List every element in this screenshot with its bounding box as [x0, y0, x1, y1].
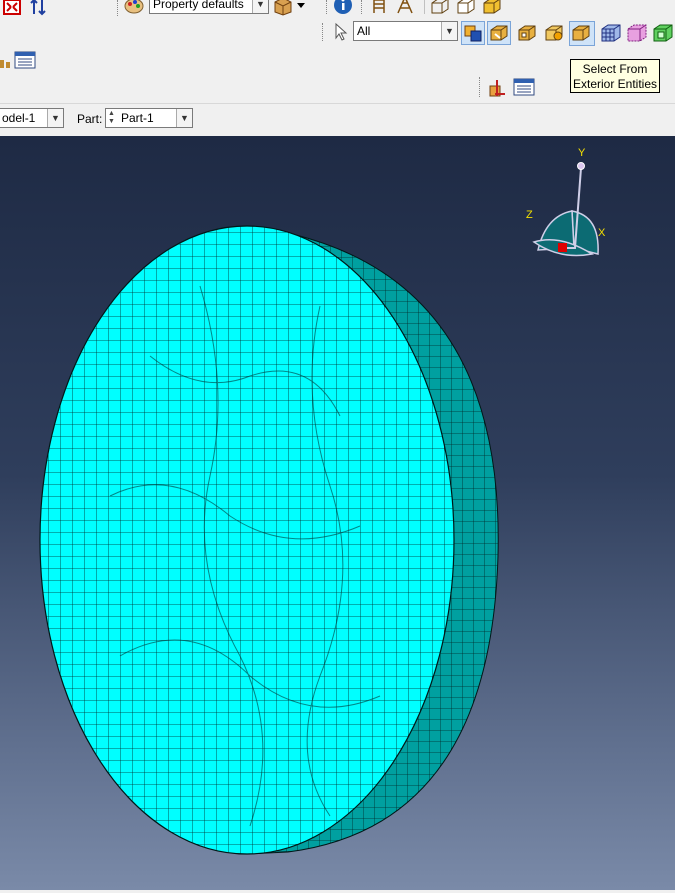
chevron-down-icon[interactable]: ▼ — [47, 109, 63, 127]
query-info-icon[interactable] — [333, 0, 353, 15]
part-combo[interactable]: ▲ ▼ Part-1 ▼ — [105, 108, 193, 128]
model-combo-value: odel-1 — [2, 111, 36, 125]
select-overlapping-icon[interactable] — [461, 21, 485, 45]
chevron-down-icon[interactable]: ▼ — [252, 0, 268, 13]
toolbar-grip[interactable] — [326, 0, 330, 14]
mesh-box-green-icon[interactable] — [652, 22, 674, 44]
mesh-box-magenta-icon[interactable] — [626, 22, 648, 44]
select-interior-icon[interactable] — [487, 21, 511, 45]
wireframe-box-icon[interactable] — [430, 0, 450, 16]
toolbar-separator — [424, 0, 425, 14]
selection-filter-combo[interactable]: All ▼ — [353, 21, 458, 41]
tooltip-line-1: Select From — [582, 62, 648, 76]
part-combo-value: Part-1 — [121, 111, 154, 125]
selection-filter-value: All — [357, 24, 371, 38]
axis-x-label: X — [598, 227, 606, 239]
model-combo[interactable]: odel-1 ▼ — [0, 108, 64, 128]
chevron-down-icon[interactable]: ▼ — [441, 22, 457, 40]
part-label: Part: — [77, 112, 103, 126]
axis-z-label: Z — [526, 209, 533, 221]
select-surface-entities-icon[interactable] — [543, 22, 567, 44]
context-bar: odel-1 ▼ Part: ▲ ▼ Part-1 ▼ — [0, 103, 675, 137]
toolbar-grip[interactable] — [479, 77, 483, 97]
toolbar-grip[interactable] — [117, 0, 121, 16]
toolbar-grip[interactable] — [361, 0, 365, 14]
viewport-canvas: Y Z X — [39, 147, 606, 855]
tooltip: Select From Exterior Entities — [570, 59, 660, 93]
mesh-box-blue-icon[interactable] — [600, 22, 622, 44]
axis-triad: Y Z X — [526, 147, 606, 257]
axis-y-label: Y — [578, 147, 586, 159]
select-exterior-entities-icon[interactable] — [569, 21, 595, 46]
tooltip-line-2: Exterior Entities — [572, 77, 658, 91]
stairs-icon[interactable] — [395, 0, 415, 16]
hidden-box-icon[interactable] — [456, 0, 476, 16]
ladder-icon[interactable] — [369, 0, 389, 16]
toolbar-area: Property defaults ▼ All ▼ Select From Ex… — [0, 0, 675, 103]
part-spinner-icon[interactable]: ▲ ▼ — [108, 110, 115, 126]
property-defaults-value: Property defaults — [153, 0, 244, 11]
color-palette-icon[interactable] — [124, 0, 144, 16]
model-tree-icon[interactable] — [512, 77, 536, 97]
assembly-tools-icon[interactable] — [0, 50, 40, 70]
auto-fit-icon[interactable] — [2, 0, 22, 18]
graphics-viewport[interactable]: Y Z X — [0, 136, 675, 890]
select-cursor-icon[interactable] — [331, 22, 351, 42]
color-code-box-icon[interactable] — [273, 0, 307, 16]
toolbar-grip[interactable] — [322, 23, 326, 41]
shaded-box-icon[interactable] — [482, 0, 502, 16]
sort-arrows-icon[interactable] — [28, 0, 48, 18]
chevron-down-icon[interactable]: ▼ — [176, 109, 192, 127]
property-defaults-combo[interactable]: Property defaults ▼ — [149, 0, 269, 14]
mesh-part-face[interactable] — [39, 225, 455, 855]
select-all-entities-icon[interactable] — [516, 22, 540, 44]
query-tool-icon[interactable] — [487, 78, 507, 98]
